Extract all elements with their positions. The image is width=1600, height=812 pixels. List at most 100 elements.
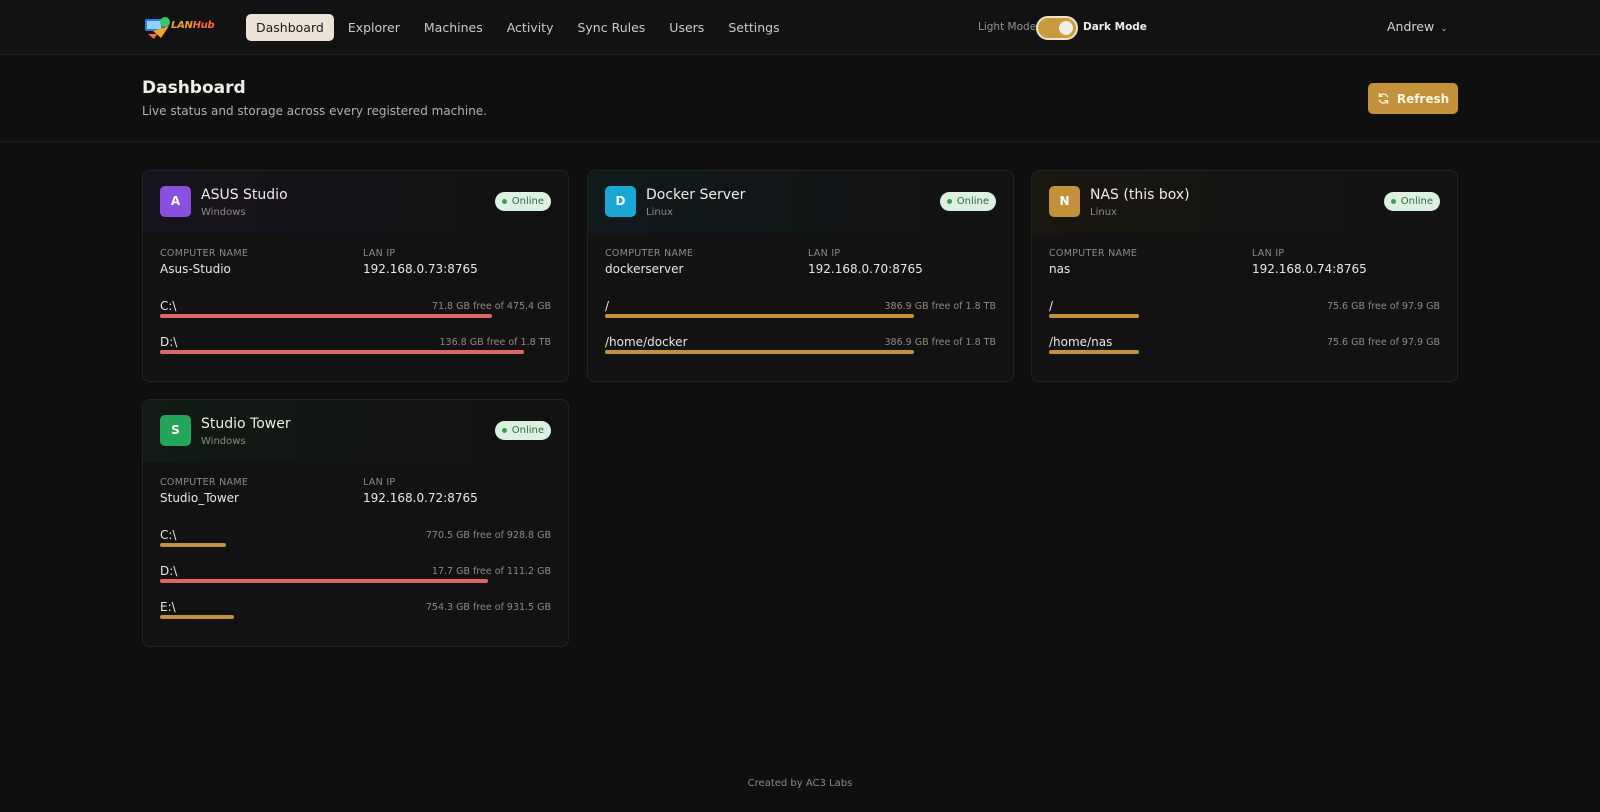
computer-name-label: COMPUTER NAME — [160, 477, 249, 488]
drive-usage-bar — [160, 314, 492, 318]
status-badge: Online — [494, 192, 551, 211]
machine-meta: COMPUTER NAME nas LAN IP 192.168.0.74:87… — [1032, 233, 1457, 299]
drive-name: D:\ — [160, 335, 178, 349]
status-badge: Online — [939, 192, 996, 211]
machine-card-header: N NAS (this box) Linux Online — [1032, 171, 1457, 233]
drive-name: E:\ — [160, 600, 176, 614]
status-text: Online — [1400, 196, 1433, 207]
machine-card[interactable]: S Studio Tower Windows Online COMPUTER N… — [142, 399, 569, 647]
machine-os: Windows — [201, 436, 246, 447]
chevron-down-icon: ⌄ — [1440, 24, 1448, 34]
drive-usage-bar — [160, 543, 226, 547]
drive-list: / 75.6 GB free of 97.9 GB /home/nas 75.6… — [1032, 299, 1457, 371]
status-dot-icon — [1390, 199, 1396, 204]
machine-name: Studio Tower — [201, 416, 291, 432]
drive-name: /home/nas — [1049, 335, 1113, 349]
computer-name-value: Studio_Tower — [160, 491, 239, 505]
lan-ip-label: LAN IP — [363, 477, 396, 488]
computer-name-label: COMPUTER NAME — [1049, 248, 1138, 259]
status-text: Online — [511, 425, 544, 436]
footer-credit: Created by AC3 Labs — [747, 778, 853, 789]
computer-name-value: dockerserver — [605, 262, 684, 276]
dark-mode-label: Dark Mode — [1083, 21, 1147, 33]
nav-dashboard[interactable]: Dashboard — [246, 14, 334, 41]
drive-free-space: 75.6 GB free of 97.9 GB — [1326, 337, 1440, 348]
machine-os: Linux — [646, 207, 673, 218]
drive-name: C:\ — [160, 299, 177, 313]
machine-card[interactable]: N NAS (this box) Linux Online COMPUTER N… — [1031, 170, 1458, 382]
status-dot-icon — [946, 199, 952, 204]
drive-row: D:\ 17.7 GB free of 111.2 GB — [143, 564, 568, 600]
drive-usage-bar — [160, 615, 234, 619]
lan-ip-value: 192.168.0.73:8765 — [363, 262, 478, 276]
drive-usage-bar — [1049, 350, 1139, 354]
machine-card-header: D Docker Server Linux Online — [588, 171, 1013, 233]
machine-avatar: D — [605, 186, 636, 217]
nav-settings[interactable]: Settings — [718, 14, 789, 41]
drive-name: / — [1049, 299, 1054, 313]
machine-meta: COMPUTER NAME dockerserver LAN IP 192.16… — [588, 233, 1013, 299]
computer-name-value: Asus-Studio — [160, 262, 231, 276]
lan-ip-label: LAN IP — [1252, 248, 1285, 259]
drive-list: C:\ 770.5 GB free of 928.8 GB D:\ 17.7 G… — [143, 528, 568, 636]
light-mode-label: Light Mode — [978, 21, 1037, 33]
main-nav: Dashboard Explorer Machines Activity Syn… — [246, 14, 794, 41]
machine-card-header: A ASUS Studio Windows Online — [143, 171, 568, 233]
lan-ip-value: 192.168.0.72:8765 — [363, 491, 478, 505]
status-text: Online — [956, 196, 989, 207]
computer-name-label: COMPUTER NAME — [605, 248, 694, 259]
theme-toggle[interactable] — [1036, 16, 1078, 40]
status-text: Online — [511, 196, 544, 207]
drive-row: C:\ 770.5 GB free of 928.8 GB — [143, 528, 568, 564]
drive-row: / 386.9 GB free of 1.8 TB — [588, 299, 1013, 335]
refresh-button[interactable]: Refresh — [1368, 83, 1458, 114]
status-dot-icon — [501, 428, 507, 433]
drive-usage-bar — [605, 350, 914, 354]
lan-ip-label: LAN IP — [808, 248, 841, 259]
drive-free-space: 71.8 GB free of 475.4 GB — [431, 301, 551, 312]
toggle-knob — [1059, 21, 1073, 35]
drive-free-space: 17.7 GB free of 111.2 GB — [431, 566, 551, 577]
machine-card-header: S Studio Tower Windows Online — [143, 400, 568, 462]
lan-ip-value: 192.168.0.70:8765 — [808, 262, 923, 276]
machine-card[interactable]: A ASUS Studio Windows Online COMPUTER NA… — [142, 170, 569, 382]
drive-row: C:\ 71.8 GB free of 475.4 GB — [143, 299, 568, 335]
nav-explorer[interactable]: Explorer — [338, 14, 410, 41]
computer-name-value: nas — [1049, 262, 1071, 276]
computer-name-label: COMPUTER NAME — [160, 248, 249, 259]
refresh-icon — [1378, 92, 1389, 105]
drive-free-space: 386.9 GB free of 1.8 TB — [884, 301, 997, 312]
machine-os: Windows — [201, 207, 246, 218]
drive-row: D:\ 136.8 GB free of 1.8 TB — [143, 335, 568, 371]
status-badge: Online — [1383, 192, 1440, 211]
drive-usage-bar — [1049, 314, 1139, 318]
user-name: Andrew — [1387, 19, 1435, 34]
machine-avatar: A — [160, 186, 191, 217]
drive-name: /home/docker — [605, 335, 688, 349]
drive-name: C:\ — [160, 528, 177, 542]
machine-card[interactable]: D Docker Server Linux Online COMPUTER NA… — [587, 170, 1014, 382]
lanhub-logo-icon — [145, 17, 170, 39]
user-menu[interactable]: Andrew ⌄ — [1387, 19, 1448, 34]
machine-avatar: S — [160, 415, 191, 446]
nav-activity[interactable]: Activity — [497, 14, 564, 41]
lan-ip-label: LAN IP — [363, 248, 396, 259]
status-badge: Online — [494, 421, 551, 440]
nav-sync-rules[interactable]: Sync Rules — [567, 14, 655, 41]
lanhub-logo[interactable]: LANHub — [143, 14, 215, 40]
drive-row: /home/docker 386.9 GB free of 1.8 TB — [588, 335, 1013, 371]
refresh-label: Refresh — [1396, 91, 1450, 106]
drive-row: /home/nas 75.6 GB free of 97.9 GB — [1032, 335, 1457, 371]
drive-usage-bar — [160, 350, 524, 354]
nav-machines[interactable]: Machines — [414, 14, 493, 41]
drive-free-space: 386.9 GB free of 1.8 TB — [884, 337, 997, 348]
nav-users[interactable]: Users — [659, 14, 714, 41]
page-title: Dashboard — [142, 78, 246, 98]
machine-name: ASUS Studio — [201, 187, 288, 203]
machine-meta: COMPUTER NAME Asus-Studio LAN IP 192.168… — [143, 233, 568, 299]
drive-name: / — [605, 299, 610, 313]
drive-row: / 75.6 GB free of 97.9 GB — [1032, 299, 1457, 335]
drive-free-space: 754.3 GB free of 931.5 GB — [425, 602, 551, 613]
machine-avatar: N — [1049, 186, 1080, 217]
machine-os: Linux — [1090, 207, 1117, 218]
